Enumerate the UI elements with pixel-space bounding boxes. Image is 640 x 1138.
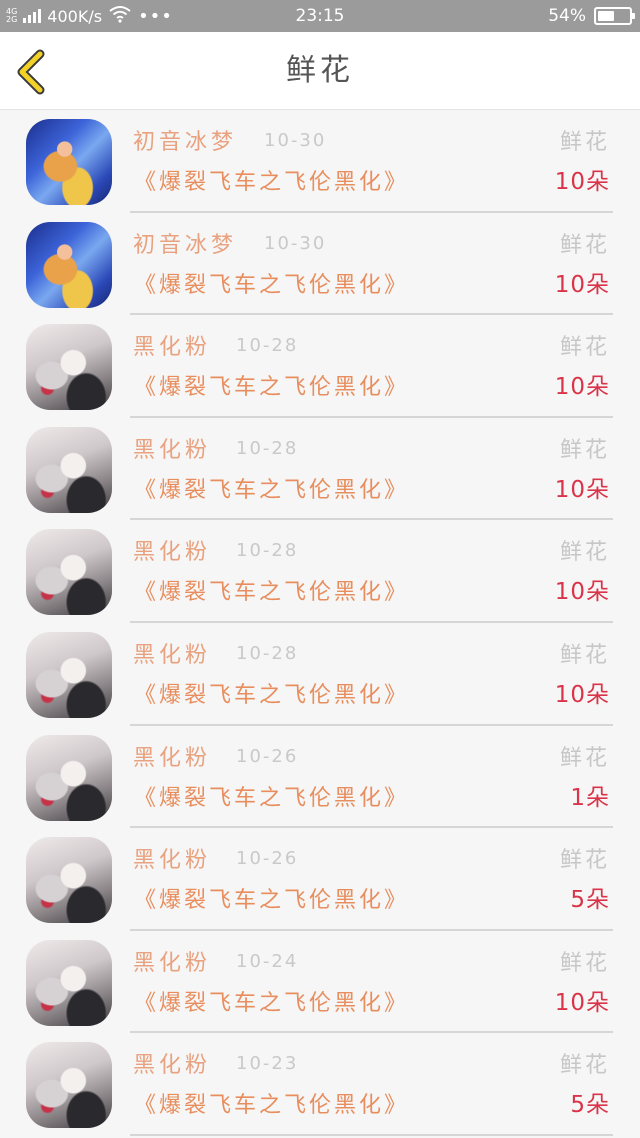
list-item[interactable]: 黑化粉 10-26 鲜花《爆裂飞车之飞伦黑化》 1朵: [0, 726, 640, 829]
battery-percent: 54%: [548, 6, 586, 26]
flower-count: 10朵: [554, 681, 610, 708]
flower-count: 1朵: [570, 784, 610, 811]
sender-name: 黑化粉: [133, 745, 212, 771]
gift-date: 10-24: [236, 950, 299, 972]
avatar[interactable]: [26, 221, 112, 308]
gift-type: 鲜花: [559, 232, 610, 258]
gift-date: 10-26: [236, 745, 299, 767]
page-title: 鲜花: [286, 53, 354, 88]
flower-gift-list: 初音冰梦 10-30 鲜花 《爆裂飞车之飞伦黑化》 10朵 初音冰梦 10-30 鲜花 《爆裂飞…: [0, 110, 640, 1136]
book-title[interactable]: 《爆裂飞车之飞伦黑化》: [134, 1087, 409, 1119]
list-item[interactable]: 黑化粉 10-28 鲜花《爆裂飞车之飞伦黑化》 10朵: [0, 520, 640, 623]
status-time: 23:15: [295, 6, 345, 26]
book-title[interactable]: 《爆裂飞车之飞伦黑化》: [134, 574, 409, 606]
avatar[interactable]: [26, 529, 112, 616]
gift-type: 鲜花: [559, 745, 610, 771]
sender-name: 黑化粉: [133, 642, 212, 668]
flower-count: 10朵: [554, 169, 610, 195]
book-title[interactable]: 《爆裂飞车之飞伦黑化》: [134, 164, 409, 196]
gift-date: 10-28: [236, 642, 299, 664]
gift-date: 10-23: [236, 1053, 299, 1075]
sender-name: 黑化粉: [133, 950, 212, 976]
flower-count: 10朵: [554, 374, 610, 401]
list-item[interactable]: 黑化粉 10-23 鲜花《爆裂飞车之飞伦黑化》 5朵: [0, 1033, 640, 1136]
avatar[interactable]: [26, 426, 112, 513]
flower-count: 10朵: [554, 989, 610, 1016]
avatar[interactable]: [26, 631, 112, 718]
sender-name: 黑化粉: [133, 335, 212, 361]
sender-name: 黑化粉: [133, 437, 212, 463]
avatar[interactable]: [26, 939, 112, 1026]
gift-type: 鲜花: [559, 437, 610, 463]
list-item[interactable]: 黑化粉 10-28 鲜花《爆裂飞车之飞伦黑化》 10朵: [0, 315, 640, 418]
list-item[interactable]: 初音冰梦 10-30 鲜花《爆裂飞车之飞伦黑化》 10朵: [0, 213, 640, 316]
battery-fill: [598, 11, 615, 21]
avatar[interactable]: [26, 734, 112, 821]
book-title[interactable]: 《爆裂飞车之飞伦黑化》: [134, 267, 409, 299]
list-item[interactable]: 初音冰梦 10-30 鲜花《爆裂飞车之飞伦黑化》 10朵: [0, 110, 640, 213]
flower-count: 5朵: [570, 887, 610, 914]
gift-date: 10-26: [236, 848, 299, 870]
gift-type: 鲜花: [559, 1053, 610, 1079]
flower-count: 10朵: [554, 271, 610, 298]
book-title[interactable]: 《爆裂飞车之飞伦黑化》: [134, 472, 409, 504]
gift-type: 鲜花: [559, 848, 610, 874]
sender-name: 黑化粉: [133, 848, 212, 874]
sender-name: 初音冰梦: [133, 130, 238, 155]
gift-type: 鲜花: [559, 540, 610, 566]
flower-count: 10朵: [554, 476, 610, 503]
gift-date: 10-30: [264, 130, 327, 151]
gift-date: 10-30: [264, 232, 327, 254]
book-title[interactable]: 《爆裂飞车之飞伦黑化》: [134, 677, 409, 709]
gift-date: 10-28: [236, 437, 299, 459]
status-right: 54%: [548, 0, 635, 32]
flower-count: 10朵: [554, 579, 610, 606]
gift-type: 鲜花: [559, 642, 610, 668]
battery-icon: [594, 7, 635, 25]
list-item[interactable]: 黑化粉 10-26 鲜花《爆裂飞车之飞伦黑化》 5朵: [0, 828, 640, 931]
gift-type: 鲜花: [559, 130, 610, 155]
avatar[interactable]: [26, 1042, 112, 1129]
avatar[interactable]: [26, 324, 112, 411]
avatar[interactable]: [26, 119, 112, 205]
gift-type: 鲜花: [559, 950, 610, 976]
header: 鲜花: [0, 32, 640, 110]
divider: [130, 1133, 613, 1136]
sender-name: 初音冰梦: [133, 232, 238, 258]
sender-name: 黑化粉: [133, 540, 212, 566]
book-title[interactable]: 《爆裂飞车之飞伦黑化》: [134, 780, 409, 812]
list-item[interactable]: 黑化粉 10-28 鲜花《爆裂飞车之飞伦黑化》 10朵: [0, 418, 640, 521]
gift-date: 10-28: [236, 335, 299, 357]
list-item[interactable]: 黑化粉 10-24 鲜花《爆裂飞车之飞伦黑化》 10朵: [0, 931, 640, 1034]
gift-type: 鲜花: [559, 335, 610, 361]
gift-date: 10-28: [236, 540, 299, 562]
avatar[interactable]: [26, 837, 112, 924]
book-title[interactable]: 《爆裂飞车之飞伦黑化》: [134, 369, 409, 401]
status-bar: 4G 2G 400K/s ••• 23:15 54%: [0, 0, 640, 32]
list-item[interactable]: 黑化粉 10-28 鲜花《爆裂飞车之飞伦黑化》 10朵: [0, 623, 640, 726]
sender-name: 黑化粉: [133, 1053, 212, 1079]
flower-count: 5朵: [570, 1092, 610, 1119]
book-title[interactable]: 《爆裂飞车之飞伦黑化》: [134, 985, 409, 1017]
book-title[interactable]: 《爆裂飞车之飞伦黑化》: [134, 882, 409, 914]
